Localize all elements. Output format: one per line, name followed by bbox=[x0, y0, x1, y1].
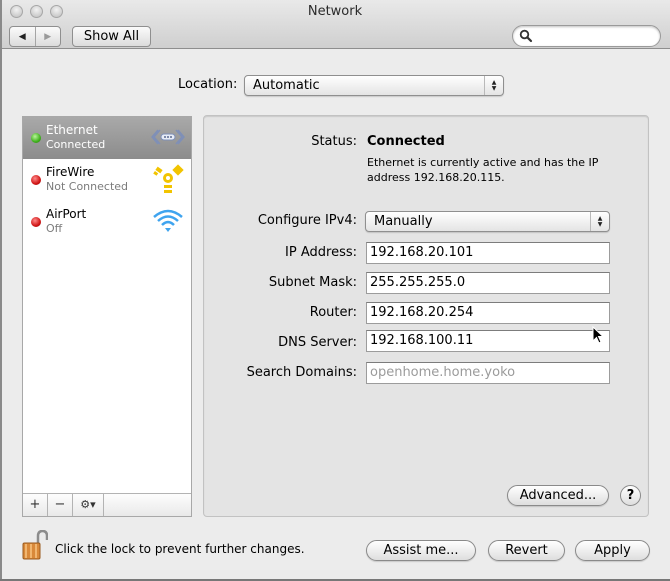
configure-ipv4-label: Configure IPv4: bbox=[257, 213, 357, 228]
search-domains-label: Search Domains: bbox=[246, 365, 357, 380]
add-service-button[interactable]: + bbox=[23, 494, 48, 516]
status-indicator-red-icon bbox=[31, 217, 41, 227]
service-status: Connected bbox=[46, 138, 106, 151]
firewire-icon bbox=[153, 164, 184, 193]
location-value: Automatic bbox=[253, 78, 320, 93]
back-button[interactable]: ◀ bbox=[10, 27, 35, 46]
subnet-mask-field[interactable]: 255.255.255.0 bbox=[366, 272, 610, 294]
popup-arrows-icon: ▲ ▼ bbox=[484, 76, 503, 95]
configure-ipv4-popup[interactable]: Manually ▲ ▼ bbox=[365, 211, 610, 232]
service-item-airport[interactable]: AirPort Off bbox=[23, 201, 191, 243]
service-name: FireWire bbox=[46, 165, 95, 179]
status-indicator-red-icon bbox=[31, 175, 41, 185]
show-all-button[interactable]: Show All bbox=[72, 26, 151, 47]
advanced-button[interactable]: Advanced... bbox=[507, 485, 609, 506]
ip-address-field[interactable]: 192.168.20.101 bbox=[366, 242, 610, 264]
help-button[interactable]: ? bbox=[620, 485, 641, 506]
back-forward-control: ◀ ▶ bbox=[9, 26, 61, 47]
forward-arrow-icon: ▶ bbox=[44, 31, 52, 42]
window-edge bbox=[0, 0, 2, 581]
lock-icon[interactable] bbox=[20, 530, 48, 562]
apply-button[interactable]: Apply bbox=[575, 540, 650, 561]
action-menu-button[interactable]: ⚙▾ bbox=[73, 494, 104, 516]
dns-server-label: DNS Server: bbox=[278, 335, 357, 350]
subnet-mask-label: Subnet Mask: bbox=[268, 275, 357, 290]
dns-server-field[interactable]: 192.168.100.11 bbox=[366, 330, 610, 352]
revert-button[interactable]: Revert bbox=[488, 540, 565, 561]
list-controls: + − ⚙▾ bbox=[23, 493, 191, 516]
search-domains-field[interactable]: openhome.home.yoko bbox=[366, 362, 610, 384]
search-icon bbox=[519, 29, 533, 43]
remove-service-button[interactable]: − bbox=[48, 494, 73, 516]
service-name: AirPort bbox=[46, 207, 87, 221]
lock-message: Click the lock to prevent further change… bbox=[55, 542, 305, 556]
configure-ipv4-value: Manually bbox=[374, 214, 433, 229]
status-label: Status: bbox=[311, 134, 357, 149]
ip-address-label: IP Address: bbox=[285, 245, 357, 260]
mouse-pointer-icon bbox=[592, 326, 605, 344]
back-arrow-icon: ◀ bbox=[18, 31, 26, 42]
search-field[interactable] bbox=[512, 25, 661, 47]
location-label: Location: bbox=[178, 77, 238, 92]
service-status: Off bbox=[46, 222, 63, 235]
assist-me-button[interactable]: Assist me... bbox=[366, 540, 476, 561]
forward-button[interactable]: ▶ bbox=[34, 27, 61, 46]
wifi-icon bbox=[153, 209, 183, 232]
status-value: Connected bbox=[367, 134, 445, 149]
service-name: Ethernet bbox=[46, 123, 98, 137]
window-title: Network bbox=[307, 4, 363, 19]
ethernet-icon bbox=[151, 129, 185, 145]
service-item-firewire[interactable]: FireWire Not Connected bbox=[23, 159, 191, 201]
service-status: Not Connected bbox=[46, 180, 129, 193]
popup-arrows-icon: ▲ ▼ bbox=[590, 212, 609, 231]
service-list: Ethernet Connected FireWire Not Connecte… bbox=[22, 116, 192, 517]
status-indicator-green-icon bbox=[31, 133, 41, 143]
router-label: Router: bbox=[309, 305, 357, 320]
router-field[interactable]: 192.168.20.254 bbox=[366, 302, 610, 324]
service-item-ethernet[interactable]: Ethernet Connected bbox=[23, 117, 191, 159]
status-description: Ethernet is currently active and has the… bbox=[367, 156, 599, 184]
location-popup[interactable]: Automatic ▲ ▼ bbox=[244, 75, 504, 96]
